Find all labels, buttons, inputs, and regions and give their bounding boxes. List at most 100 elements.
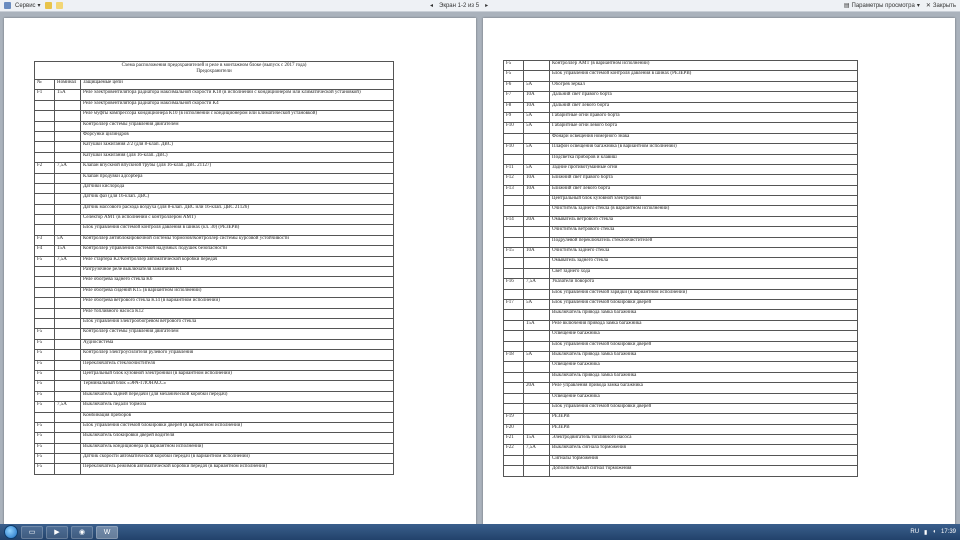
circuit-cell: Переключатель режимов автоматической кор… bbox=[80, 463, 394, 475]
fuse-number-cell bbox=[34, 172, 55, 184]
circuit-cell: Форсунки цилиндров bbox=[80, 130, 394, 143]
fuse-rating-cell: 5А bbox=[523, 143, 550, 155]
fuse-number-cell: F15 bbox=[503, 247, 524, 259]
circuit-cell: Блок управления системой зарядки (в вари… bbox=[549, 288, 858, 301]
circuit-cell: Омыватель ветрового стекла bbox=[549, 215, 858, 228]
table-row: F21 15А Электродвигатель топливного насоса bbox=[503, 434, 858, 446]
fuse-rating-cell: 10А bbox=[523, 91, 550, 103]
circuit-cell: Обогрев зеркал bbox=[549, 80, 858, 93]
fuse-number-cell: F9 bbox=[503, 111, 524, 124]
fuse-number-cell bbox=[34, 193, 55, 205]
taskbar-explorer-icon[interactable]: ▭ bbox=[21, 525, 43, 539]
circuit-cell: Габаритные огни левого борта bbox=[549, 122, 858, 134]
circuit-cell: Выключатель задней передачи (для механич… bbox=[80, 390, 394, 403]
start-button[interactable] bbox=[4, 525, 18, 539]
fuse-number-cell bbox=[34, 214, 55, 226]
circuit-cell: Ближний свет левого борта bbox=[549, 184, 858, 197]
network-icon[interactable]: ▮ bbox=[924, 529, 927, 536]
service-menu[interactable]: Сервис ▾ bbox=[15, 2, 41, 10]
table-row: Катушки зажигания 2/2 (для 8-клап. ДВС) bbox=[34, 141, 394, 153]
fuse-number-cell bbox=[503, 454, 524, 467]
fuse-number-cell: F4 bbox=[34, 245, 55, 257]
fuse-rating-cell: 5А bbox=[54, 234, 81, 247]
fuse-rating-cell bbox=[523, 226, 550, 238]
document-area[interactable]: Схема расположения предохранителей и рел… bbox=[0, 12, 960, 528]
circuit-cell: Реле муфты компрессора кондиционера K10 … bbox=[80, 110, 394, 122]
fuse-number-cell bbox=[503, 267, 524, 280]
circuit-cell: Аудиосистема bbox=[80, 338, 394, 351]
table-row: Датчик фаз (для 16-клап. ДВС) bbox=[34, 193, 394, 205]
fuse-rating-cell bbox=[523, 423, 550, 436]
fuse-rating-cell bbox=[54, 224, 81, 236]
fuse-number-cell bbox=[34, 286, 55, 299]
fuse-number-cell: F10 bbox=[503, 122, 524, 134]
close-icon: ✕ bbox=[925, 3, 931, 9]
table-row: F5 Контроллер электроусилителя рулевого у… bbox=[34, 349, 394, 361]
table-row: Катушки зажигания (для 16-клап. ДВС) bbox=[34, 151, 394, 164]
fuse-rating-cell bbox=[54, 411, 81, 423]
fuse-rating-cell: 7,5А bbox=[54, 401, 81, 413]
fuse-number-cell: F22 bbox=[503, 444, 524, 456]
fuse-number-cell: F19 bbox=[503, 413, 524, 425]
table-row: Сигналы торможения bbox=[503, 454, 858, 467]
view-options-button[interactable]: ▤ Параметры просмотра ▾ bbox=[844, 2, 920, 10]
clock[interactable]: 17:39 bbox=[941, 529, 956, 535]
table-row: Селектор АМТ (в исполнении с контроллеро… bbox=[34, 214, 394, 226]
next-page-button[interactable]: ▸ bbox=[485, 2, 488, 9]
fuse-number-cell: F2 bbox=[34, 162, 55, 174]
fuse-number-cell bbox=[503, 288, 524, 301]
fuse-number-cell bbox=[34, 130, 55, 143]
circuit-cell: Ближний свет правого борта bbox=[549, 174, 858, 186]
comment-icon[interactable] bbox=[55, 2, 63, 9]
fuse-number-cell: F5 bbox=[34, 255, 55, 268]
circuit-cell: Контроллер электроусилителя рулевого упр… bbox=[80, 349, 394, 361]
highlight-icon[interactable] bbox=[44, 2, 52, 9]
table-row: Датчик массового расхода воздуха (для 8-… bbox=[34, 203, 394, 216]
fuse-rating-cell bbox=[523, 59, 550, 72]
table-row: F5 Терминальный блок «ЭРА-ГЛОНАСС» bbox=[34, 380, 394, 392]
circuit-cell: Реле электровентилятора радиатора максим… bbox=[80, 89, 394, 101]
close-button[interactable]: ✕ Закрыть bbox=[925, 2, 956, 10]
fuse-rating-cell bbox=[523, 392, 550, 404]
reading-toolbar: Сервис ▾ ◂ Экран 1-2 из 5 ▸ ▤ Параметры п… bbox=[0, 0, 960, 12]
table-row: F5 Центральный блок кузовной электроники … bbox=[34, 369, 394, 382]
taskbar-media-player-icon[interactable]: ▶ bbox=[46, 525, 68, 539]
language-indicator[interactable]: RU bbox=[910, 529, 919, 535]
circuit-cell: Контроллер системы управления двигателем bbox=[80, 120, 394, 132]
fuse-number-cell: F5 bbox=[34, 401, 55, 413]
fuse-number-cell bbox=[34, 141, 55, 153]
table-row: F5 Контроллер системы управления двигател… bbox=[34, 328, 394, 340]
page-navigator[interactable]: Экран 1-2 из 5 bbox=[439, 3, 479, 9]
fuse-rating-cell: 15А bbox=[54, 89, 81, 101]
fuse-number-cell bbox=[503, 392, 524, 404]
fuse-number-cell bbox=[503, 153, 524, 165]
fuse-number-cell: F21 bbox=[503, 434, 524, 446]
circuit-cell: Очиститель заднего стекла (в вариантном … bbox=[549, 205, 858, 217]
fuse-number-cell: F10 bbox=[503, 143, 524, 155]
prev-page-button[interactable]: ◂ bbox=[430, 2, 433, 9]
taskbar-browser-icon[interactable]: ◉ bbox=[71, 525, 93, 539]
circuit-cell: Катушки зажигания (для 16-клап. ДВС) bbox=[80, 151, 394, 164]
table-row: Блок управления системой блокировки двер… bbox=[503, 340, 858, 352]
circuit-cell: Плафон освещения багажника (в вариантном… bbox=[549, 143, 858, 155]
table-row: Освещение багажника bbox=[503, 330, 858, 342]
volume-icon[interactable]: ◖ bbox=[932, 529, 936, 535]
circuit-cell: Выключатель кондиционера (в вариантном и… bbox=[80, 442, 394, 455]
page-1: Схема расположения предохранителей и рел… bbox=[4, 18, 476, 528]
fuse-number-cell: F12 bbox=[503, 174, 524, 186]
table-row: Центральный блок кузовной электроники bbox=[503, 195, 858, 207]
circuit-cell: Дальний свет левого борта bbox=[549, 101, 858, 113]
table-row: F12 10А Ближний свет правого борта bbox=[503, 174, 858, 186]
fuse-rating-cell bbox=[54, 276, 81, 288]
fuse-number-cell: F14 bbox=[503, 215, 524, 228]
table-row: Блок управления системой блокировки двер… bbox=[503, 402, 858, 415]
fuse-number-cell: F18 bbox=[503, 350, 524, 363]
save-icon[interactable] bbox=[4, 2, 11, 9]
table-row: Блок управления системой контроля давлен… bbox=[34, 224, 394, 236]
fuse-number-cell: F11 bbox=[503, 163, 524, 176]
fuse-rating-cell bbox=[523, 70, 550, 82]
circuit-cell: Реле включения привода замка багажника bbox=[549, 319, 858, 332]
table-row: Реле обогрева заднего стекла K6 bbox=[34, 276, 394, 288]
fuse-rating-cell bbox=[523, 309, 550, 321]
taskbar-word-icon[interactable]: W bbox=[96, 525, 118, 539]
